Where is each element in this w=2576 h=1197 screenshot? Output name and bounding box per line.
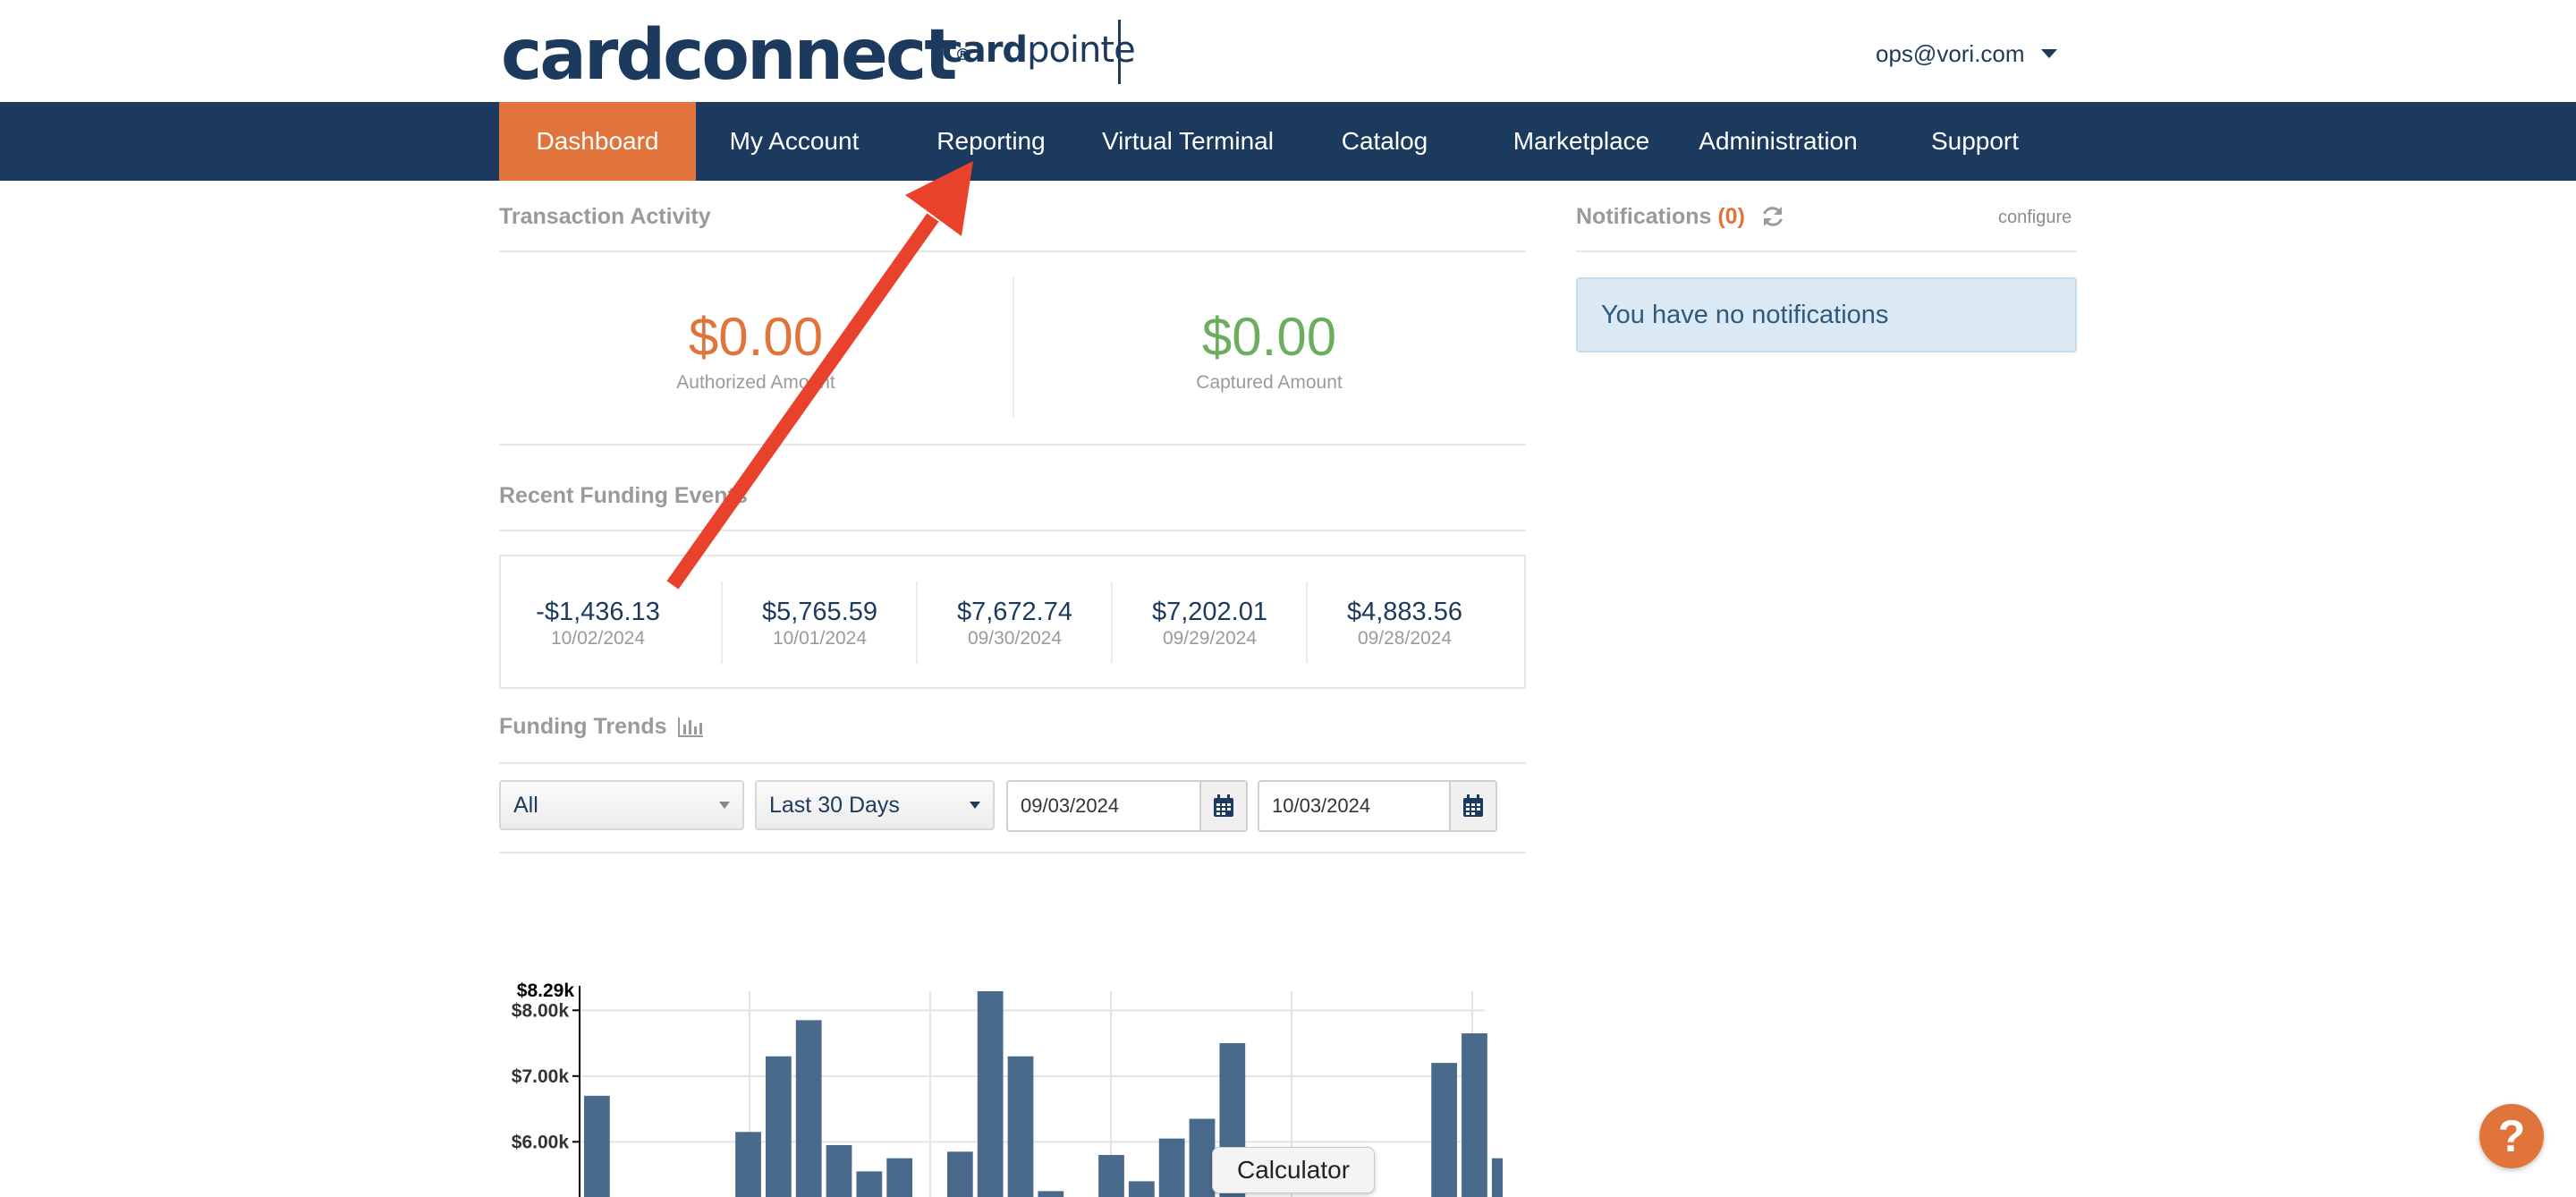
chart-bar (1491, 1158, 1503, 1197)
nav-support[interactable]: Support (1877, 102, 2073, 181)
captured-amount: $0.00 (1201, 307, 1337, 367)
chart-bar (946, 1151, 973, 1197)
end-date-field[interactable]: 10/03/2024 (1258, 780, 1497, 832)
notifications-panel: You have no notifications (1576, 277, 2077, 352)
nav-marketplace[interactable]: Marketplace (1483, 102, 1680, 181)
chart-bar (1431, 1063, 1458, 1197)
chart-bar (1462, 1033, 1487, 1197)
chart-bar (795, 1020, 822, 1197)
section-divider (499, 762, 1526, 764)
chart-bar (826, 1144, 852, 1197)
recent-funding-box: -$1,436.13 10/02/2024 $5,765.59 10/01/20… (499, 555, 1526, 689)
funding-event-amount: $7,202.01 (1151, 598, 1267, 626)
funding-event-amount: $4,883.56 (1346, 598, 1462, 626)
refresh-icon[interactable] (1760, 204, 1785, 229)
top-header: cardconnect® cardpointe ops@vori.com (0, 0, 2576, 102)
user-email: ops@vori.com (1876, 40, 2025, 67)
start-date-value: 09/03/2024 (1021, 794, 1120, 817)
funding-event-date: 09/30/2024 (967, 628, 1063, 649)
chart-max-label: $8.29k (517, 981, 575, 1001)
recent-funding-title: Recent Funding Events (499, 483, 748, 508)
calculator-tooltip: Calculator (1212, 1147, 1375, 1193)
date-range-select[interactable]: Last 30 Days (755, 780, 995, 830)
caret-down-icon (970, 802, 980, 809)
logo-divider (1118, 20, 1121, 84)
authorized-amount-label: Authorized Amount (676, 372, 835, 393)
funding-event-date: 09/28/2024 (1357, 628, 1453, 649)
section-divider (499, 250, 1526, 252)
caret-down-icon (2040, 49, 2057, 58)
calendar-icon[interactable] (1199, 782, 1246, 830)
no-notifications-message: You have no notifications (1601, 301, 1889, 329)
cardpointe-logo[interactable]: cardpointe (942, 27, 1136, 73)
section-divider (499, 444, 1526, 446)
chart-y-tick-label: $8.00k (512, 1000, 570, 1021)
funding-event[interactable]: $7,672.74 09/30/2024 (918, 556, 1112, 687)
funding-type-select[interactable]: All (499, 780, 744, 830)
nav-catalog[interactable]: Catalog (1286, 102, 1483, 181)
nav-virtual-terminal[interactable]: Virtual Terminal (1089, 102, 1286, 181)
funding-event[interactable]: -$1,436.13 10/02/2024 (501, 556, 695, 687)
nav-my-account[interactable]: My Account (696, 102, 893, 181)
funding-event[interactable]: $5,765.59 10/01/2024 (723, 556, 917, 687)
nav-reporting[interactable]: Reporting (893, 102, 1089, 181)
logo-main-text: cardconnect (501, 15, 957, 96)
chart-y-tick-label: $6.00k (512, 1132, 570, 1152)
funding-event-amount: $5,765.59 (761, 598, 877, 626)
cardconnect-logo[interactable]: cardconnect® (501, 16, 970, 95)
transaction-activity-title: Transaction Activity (499, 204, 711, 229)
chart-bar (856, 1171, 883, 1197)
chart-bar (1158, 1138, 1185, 1197)
date-range-value: Last 30 Days (769, 793, 900, 818)
funding-type-value: All (513, 793, 538, 818)
section-divider (499, 530, 1526, 531)
chart-bar (886, 1158, 913, 1197)
chart-bar (1007, 1056, 1034, 1197)
logo-sub-bold: card (942, 30, 1028, 71)
end-date-value: 10/03/2024 (1272, 794, 1371, 817)
user-menu[interactable]: ops@vori.com (1876, 36, 2057, 72)
caret-down-icon (719, 802, 730, 809)
funding-event-amount: -$1,436.13 (536, 598, 660, 626)
start-date-field[interactable]: 09/03/2024 (1006, 780, 1248, 832)
section-divider (1576, 250, 2077, 252)
chart-bar (584, 1095, 610, 1197)
main-nav: Dashboard My Account Reporting Virtual T… (0, 102, 2576, 181)
funding-event-date: 10/02/2024 (550, 628, 646, 649)
notifications-title: Notifications (0) (1576, 204, 1745, 230)
funding-event[interactable]: $4,883.56 09/28/2024 (1308, 556, 1502, 687)
captured-amount-label: Captured Amount (1196, 372, 1343, 393)
funding-trends-title: Funding Trends (499, 714, 667, 739)
funding-event-amount: $7,672.74 (956, 598, 1072, 626)
section-divider (499, 852, 1526, 853)
funding-event-date: 09/29/2024 (1162, 628, 1258, 649)
nav-administration[interactable]: Administration (1680, 102, 1877, 181)
chart-bar (1128, 1181, 1155, 1197)
nav-dashboard[interactable]: Dashboard (499, 102, 696, 181)
chart-bar (1038, 1191, 1064, 1197)
help-button[interactable]: ? (2479, 1104, 2544, 1168)
chart-bar (1098, 1155, 1124, 1197)
calendar-icon[interactable] (1449, 782, 1496, 830)
notifications-label: Notifications (1576, 204, 1712, 229)
chart-bar (735, 1132, 761, 1197)
chart-bar (977, 991, 1004, 1197)
bar-chart-icon[interactable] (677, 716, 704, 737)
configure-link[interactable]: configure (1998, 208, 2072, 228)
funding-event-date: 10/01/2024 (772, 628, 868, 649)
funding-event[interactable]: $7,202.01 09/29/2024 (1113, 556, 1307, 687)
notifications-count: (0) (1717, 204, 1745, 229)
chart-bar (765, 1056, 792, 1197)
chart-y-tick-label: $7.00k (512, 1066, 570, 1087)
authorized-amount: $0.00 (688, 307, 824, 367)
